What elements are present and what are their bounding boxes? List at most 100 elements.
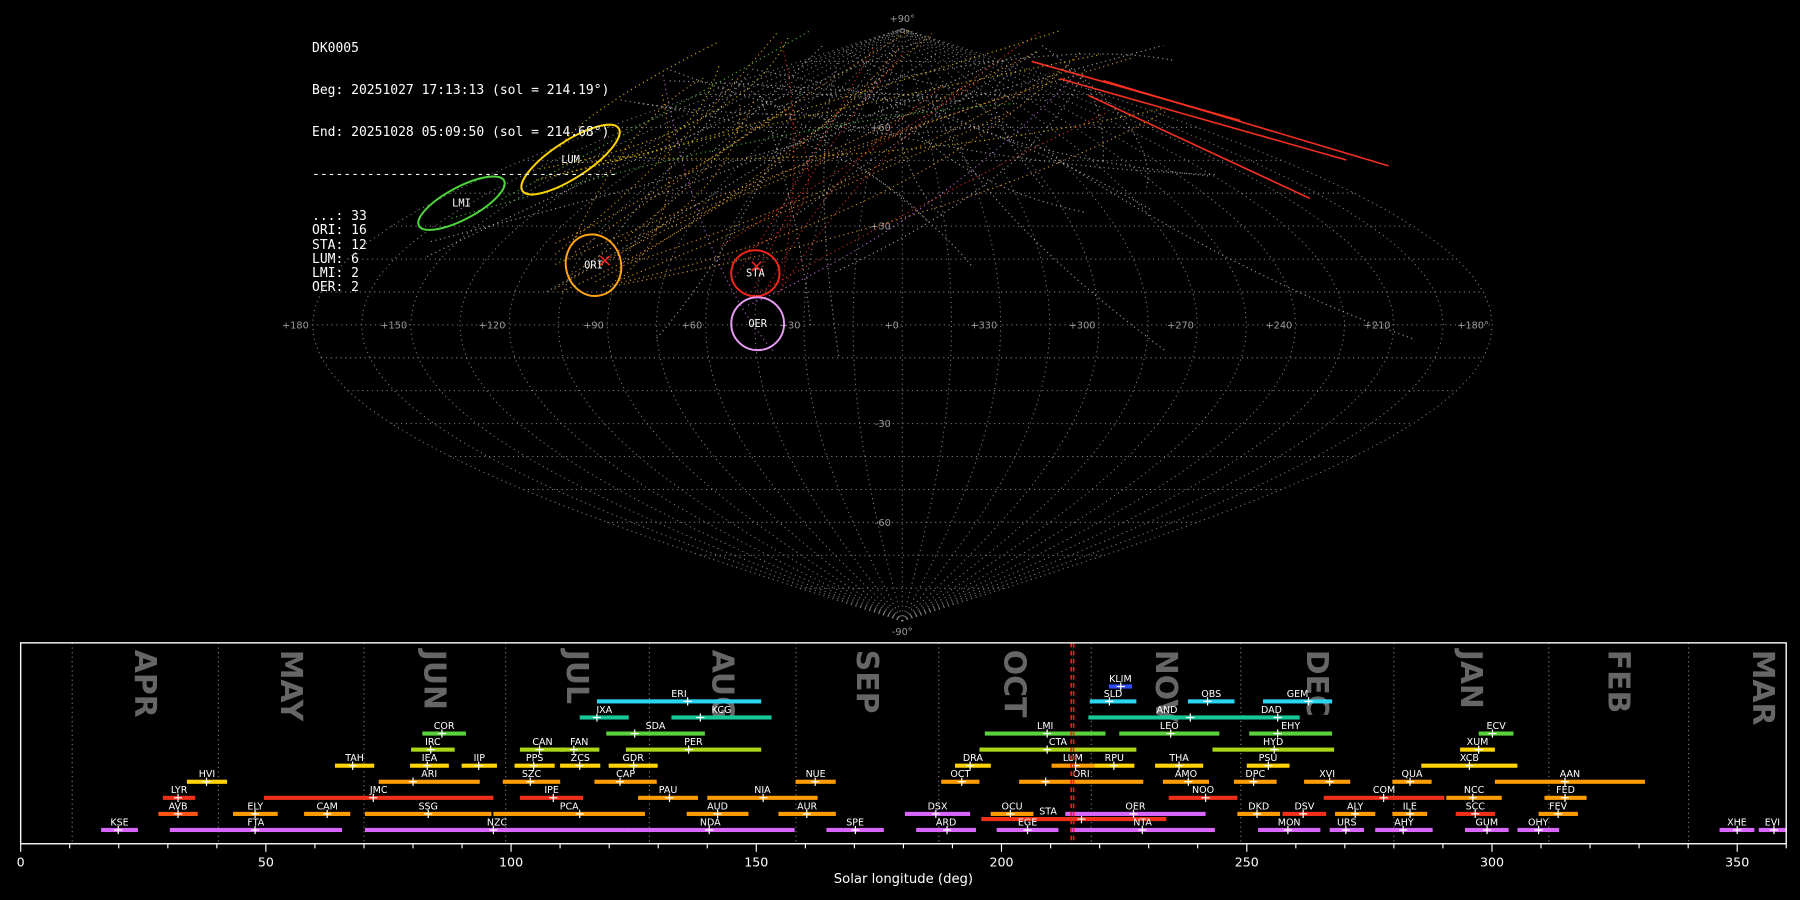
- pole-label-south: -90°: [892, 627, 913, 638]
- lat-label: -60: [875, 518, 891, 529]
- shower-count: ...: 33: [312, 209, 367, 225]
- shower-label-NZC: NZC: [487, 817, 508, 828]
- shower-label-IPE: IPE: [544, 785, 559, 796]
- lon-label: +330: [970, 320, 997, 331]
- month-label: MAR: [1745, 650, 1780, 726]
- session-begin: Beg: 20251027 17:13:13 (sol = 214.19°): [312, 83, 610, 99]
- lon-label: +270: [1167, 320, 1194, 331]
- shower-count: OER: 2: [312, 279, 359, 295]
- shower-label-XVI: XVI: [1319, 769, 1335, 780]
- meteor-trail: [748, 110, 810, 251]
- shower-label-ARD: ARD: [936, 817, 956, 828]
- shower-label-GEM: GEM: [1287, 689, 1309, 700]
- shower-count: LMI: 2: [312, 265, 359, 281]
- plot-canvas: +180 +150 +120 +90 +60 +30 +0 +330 +300 +270 +240 +…: [17, 14, 1787, 887]
- shower-label-DAD: DAD: [1261, 705, 1282, 716]
- shower-bar-PER: [625, 747, 762, 752]
- shower-label-IIP: IIP: [474, 753, 486, 764]
- shower-label-AND: AND: [1157, 705, 1178, 716]
- lat-label: +60: [870, 123, 891, 134]
- station-id: DK0005: [312, 41, 359, 57]
- shower-label-PPS: PPS: [526, 753, 544, 764]
- meteor-trail: [814, 109, 993, 135]
- separator-line: ---------------------------------------: [312, 167, 618, 183]
- meteor-trail: [554, 57, 1133, 265]
- shower-label-DPC: DPC: [1245, 769, 1265, 780]
- shower-label-IRC: IRC: [425, 737, 441, 748]
- lon-label: +60: [682, 320, 703, 331]
- shower-label-OER: OER: [1125, 801, 1146, 812]
- shower-peak-marker: [1077, 814, 1086, 824]
- shower-count: ORI: 16: [312, 223, 367, 239]
- shower-label-CAP: CAP: [616, 769, 635, 780]
- meteor-trail: [844, 49, 1046, 102]
- shower-label-CTA: CTA: [1049, 737, 1068, 748]
- shower-label-IEA: IEA: [422, 753, 438, 764]
- shower-label-ARI: ARI: [421, 769, 437, 780]
- meteor-trail: [792, 50, 1040, 219]
- shower-label-JMC: JMC: [369, 785, 388, 796]
- shower-bar-FAN: [559, 747, 600, 752]
- shower-bar-CAP: [594, 779, 657, 784]
- month-label: FEB: [1600, 650, 1635, 714]
- session-end: End: 20251028 05:09:50 (sol = 214.68°): [312, 125, 610, 141]
- shower-label-OCU: OCU: [1001, 801, 1022, 812]
- lon-label: +300: [1069, 320, 1096, 331]
- shower-label-ORI: ORI: [1073, 769, 1090, 780]
- shower-peak-marker: [1041, 777, 1050, 786]
- shower-bar-AAN: [1494, 779, 1645, 784]
- session-info: DK0005 Beg: 20251027 17:13:13 (sol = 214…: [312, 14, 617, 323]
- shower-label-AMO: AMO: [1175, 769, 1197, 780]
- shower-label-EHY: EHY: [1281, 721, 1300, 732]
- meteor-trail: [747, 74, 1076, 306]
- shower-label-AHY: AHY: [1394, 817, 1414, 828]
- meteor-trail: [754, 51, 905, 289]
- axis-tick-label: 350: [1725, 855, 1749, 870]
- shower-label-TAH: TAH: [344, 753, 364, 764]
- shower-peak-marker: [696, 713, 705, 722]
- shower-bar-ORI: [1019, 779, 1144, 784]
- meteor-trail: [835, 66, 1087, 273]
- month-label: DEC: [1299, 650, 1334, 717]
- radiant-label-STA: STA: [746, 268, 765, 280]
- shower-label-OCT: OCT: [950, 769, 970, 780]
- shower-label-CAN: CAN: [532, 737, 552, 748]
- shower-label-NOO: NOO: [1192, 785, 1214, 796]
- shower-label-ERI: ERI: [671, 689, 686, 700]
- shower-bar-CTA: [979, 747, 1137, 752]
- meteor-trail: [656, 88, 803, 339]
- shower-label-OBS: OBS: [1201, 689, 1221, 700]
- month-label: APR: [127, 650, 162, 718]
- shower-label-XUM: XUM: [1467, 737, 1489, 748]
- month-label: MAY: [273, 650, 308, 722]
- meteor-trail: [730, 78, 972, 266]
- month-label: JUN: [417, 648, 452, 710]
- shower-bar-KCG: [671, 715, 772, 720]
- axis-tick-label: 300: [1480, 855, 1504, 870]
- shower-label-ECV: ECV: [1487, 721, 1507, 732]
- lon-label: +180: [282, 320, 309, 331]
- meteor-trail: [748, 68, 1151, 210]
- x-axis: 0 50 100 150 200 250 300 350 Solar longitude (de…: [17, 843, 1787, 887]
- shower-label-LEO: LEO: [1160, 721, 1179, 732]
- meteor-trail: [734, 45, 875, 278]
- shower-bar-SDA: [606, 731, 705, 736]
- shower-label-SZC: SZC: [522, 769, 542, 780]
- shower-label-HYD: HYD: [1263, 737, 1283, 748]
- axis-tick-label: 0: [17, 855, 25, 870]
- meteor-trail: [896, 82, 942, 217]
- shower-count: STA: 12: [312, 237, 367, 253]
- meteor-trail: [913, 90, 1209, 177]
- shower-bar-AND: [1088, 715, 1246, 720]
- shower-peak-marker: [408, 777, 418, 786]
- meteor-trail: [1059, 77, 1347, 161]
- shower-label-AAN: AAN: [1560, 769, 1580, 780]
- axis-tick-label: 100: [499, 855, 523, 870]
- meteor-trail: [869, 94, 939, 117]
- activity-chart: APR MAY JUN JUL AUG SEP OCT NOV DEC JAN FEB MARERI S…: [17, 642, 1787, 887]
- meteor-trail: [759, 95, 812, 326]
- shower-count: LUM: 6: [312, 251, 359, 267]
- shower-label-DSV: DSV: [1294, 801, 1314, 812]
- shower-label-COR: COR: [434, 721, 455, 732]
- month-label: JAN: [1453, 648, 1488, 709]
